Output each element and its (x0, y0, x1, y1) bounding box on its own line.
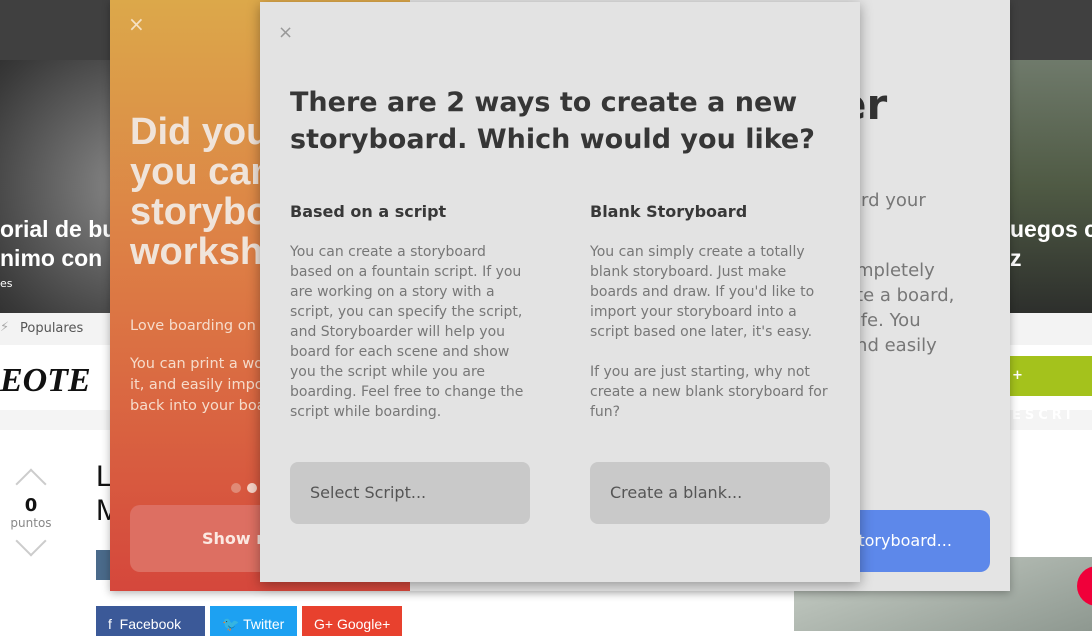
carousel-dots (231, 478, 263, 497)
dialog-title: There are 2 ways to create a new storybo… (290, 87, 815, 155)
carousel-dot-active[interactable] (247, 483, 257, 493)
welcome-headline: Did you you can storybo worksh (130, 111, 274, 273)
popular-link[interactable]: Populares (20, 321, 83, 336)
headline-left-sub: es (0, 277, 13, 290)
headline-right[interactable]: uegos cz (1010, 215, 1092, 273)
welcome-paragraph: Love boarding on p (130, 318, 270, 334)
vote-widget: 0 puntos (10, 465, 52, 557)
author-avatar[interactable] (96, 550, 110, 580)
twitter-share-button[interactable]: 🐦 Twitter (210, 606, 297, 636)
blank-option-description: You can simply create a totally blank st… (590, 244, 828, 420)
script-option-heading: Based on a script (290, 202, 447, 221)
google-plus-icon: G+ (314, 616, 334, 632)
featured-image-right[interactable]: uegos cz (1000, 60, 1092, 313)
flash-icon: ⚡ (0, 320, 10, 335)
select-script-button[interactable]: Select Script... (290, 462, 530, 524)
google-share-button[interactable]: G+ Google+ (302, 606, 402, 636)
welcome-text: ard your (850, 190, 926, 211)
script-option-description: You can create a storyboard based on a f… (290, 244, 524, 420)
plus-icon: + (1012, 368, 1027, 383)
close-icon[interactable]: × (278, 22, 293, 43)
blank-option-heading: Blank Storyboard (590, 202, 748, 221)
site-logo[interactable]: EOTE (0, 362, 91, 400)
twitter-icon: 🐦 (222, 616, 240, 632)
welcome-paragraph: You can print a wor it, and easily impor… (130, 356, 270, 414)
close-icon[interactable]: × (128, 12, 145, 36)
headline-left[interactable]: orial de bu nimo con (0, 215, 116, 273)
facebook-icon: f (108, 616, 116, 632)
new-storyboard-dialog: × There are 2 ways to create a new story… (260, 2, 860, 582)
facebook-share-button[interactable]: f Facebook (96, 606, 205, 636)
welcome-text: ompletely ate a board, life. You and eas… (845, 260, 955, 356)
write-button[interactable]: + ESCRI (1008, 356, 1092, 423)
create-blank-button[interactable]: Create a blank... (590, 462, 830, 524)
downvote-icon[interactable] (15, 525, 47, 557)
carousel-dot[interactable] (231, 483, 241, 493)
